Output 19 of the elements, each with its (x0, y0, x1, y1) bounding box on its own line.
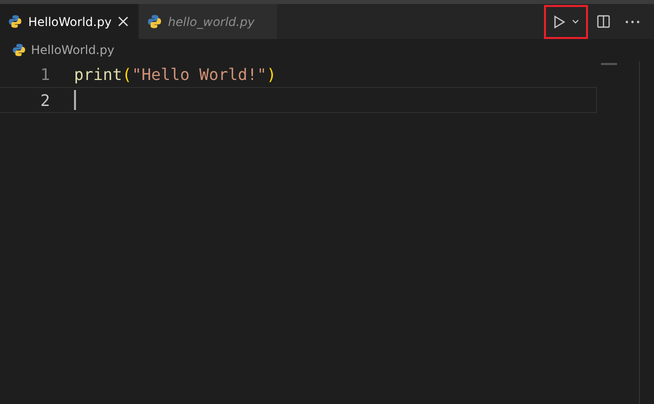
editor-tab[interactable]: HelloWorld.py (0, 4, 139, 39)
python-icon (147, 14, 162, 29)
code-line: print("Hello World!") (74, 64, 276, 84)
chevron-down-icon (571, 17, 580, 26)
editor-tab[interactable]: hello_world.py (139, 4, 278, 39)
text-cursor (74, 90, 76, 110)
tab-label: HelloWorld.py (28, 14, 112, 28)
run-button[interactable] (544, 4, 588, 38)
more-icon[interactable] (625, 20, 640, 24)
minimap-line (601, 63, 617, 65)
breadcrumb-item[interactable]: HelloWorld.py (31, 43, 114, 57)
tab-label: hello_world.py (168, 14, 255, 28)
split-editor-icon[interactable] (596, 14, 611, 29)
line-number: 2 (39, 90, 51, 110)
close-icon[interactable] (118, 16, 128, 27)
python-icon (8, 14, 22, 29)
line-number: 1 (39, 64, 51, 84)
play-icon (552, 14, 566, 28)
python-icon (12, 43, 26, 57)
